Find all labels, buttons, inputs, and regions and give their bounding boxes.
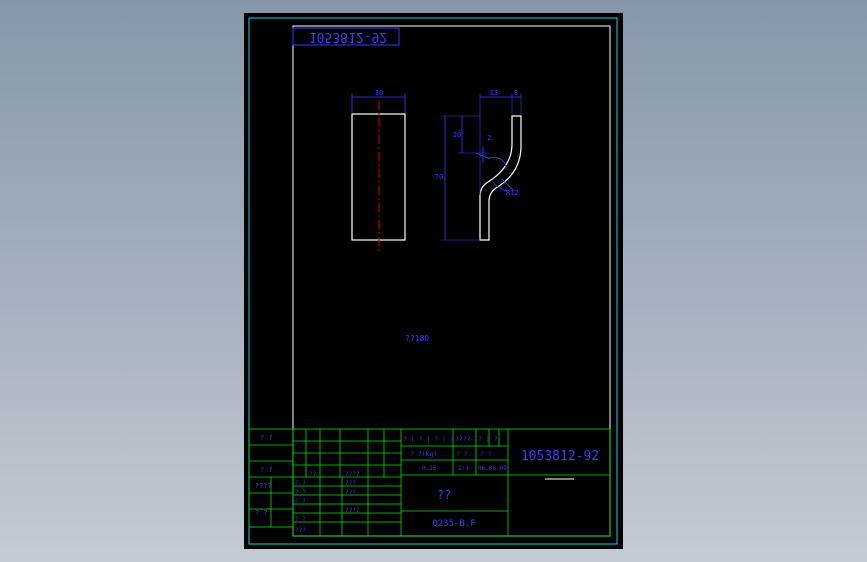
- weight-value: 0.15: [422, 465, 437, 472]
- left-label-2: ? ?: [260, 466, 273, 474]
- info-row2-b: ? ?: [456, 450, 468, 458]
- radius-text: R12: [506, 189, 519, 197]
- table-label-4: ? ?: [295, 498, 306, 505]
- note-text: ??180: [405, 334, 429, 343]
- left-label-4: ? ?: [255, 509, 268, 517]
- dim-width-text: 30: [375, 89, 383, 97]
- table-mid-3: ???: [345, 489, 356, 496]
- center-mark: [475, 147, 491, 163]
- table-mid-4: ????: [345, 507, 360, 514]
- info-row1-a: ? | ? | ? | ?: [403, 435, 454, 443]
- table-label-6: ???: [295, 527, 306, 534]
- drawing-sheet: 1053812-92 30 13 8 70 20 2 R12 ??180 ? ?…: [248, 17, 618, 545]
- material-text: Q235-B.F: [432, 519, 475, 529]
- left-label-3: ????: [255, 482, 272, 490]
- left-label-1: ? ?: [260, 434, 273, 442]
- drawing-number: 1053812-92: [521, 449, 599, 464]
- info-row2-a: ? ?(kg): [410, 450, 437, 458]
- table-mid-1: ????: [345, 471, 360, 478]
- dim-height-text: 70: [435, 173, 443, 181]
- part-name: ??: [437, 488, 451, 502]
- dim-thickness-text: 8: [514, 89, 518, 97]
- cad-viewport[interactable]: 1053812-92 30 13 8 70 20 2 R12 ??180 ? ?…: [244, 13, 623, 549]
- table-label-1: ??: [309, 471, 317, 478]
- scale-value: 1:1: [458, 465, 469, 472]
- dim-bend-text: 20: [453, 131, 461, 139]
- mirrored-drawing-number: 1053812-92: [309, 29, 387, 44]
- info-row1-b: ????: [455, 435, 471, 443]
- info-row2-c: ? ?: [480, 450, 492, 458]
- table-label-2: ? ?: [295, 480, 306, 487]
- date-value: 06.06.09: [478, 465, 507, 472]
- table-mid-2: ???: [345, 480, 356, 487]
- table-label-3: ? ?: [295, 489, 306, 496]
- info-row1-c: ? | ?: [478, 435, 498, 443]
- table-label-5: ? ?: [295, 516, 306, 523]
- dim-small-text: 2: [487, 134, 491, 142]
- dim-offset-text: 13: [490, 89, 498, 97]
